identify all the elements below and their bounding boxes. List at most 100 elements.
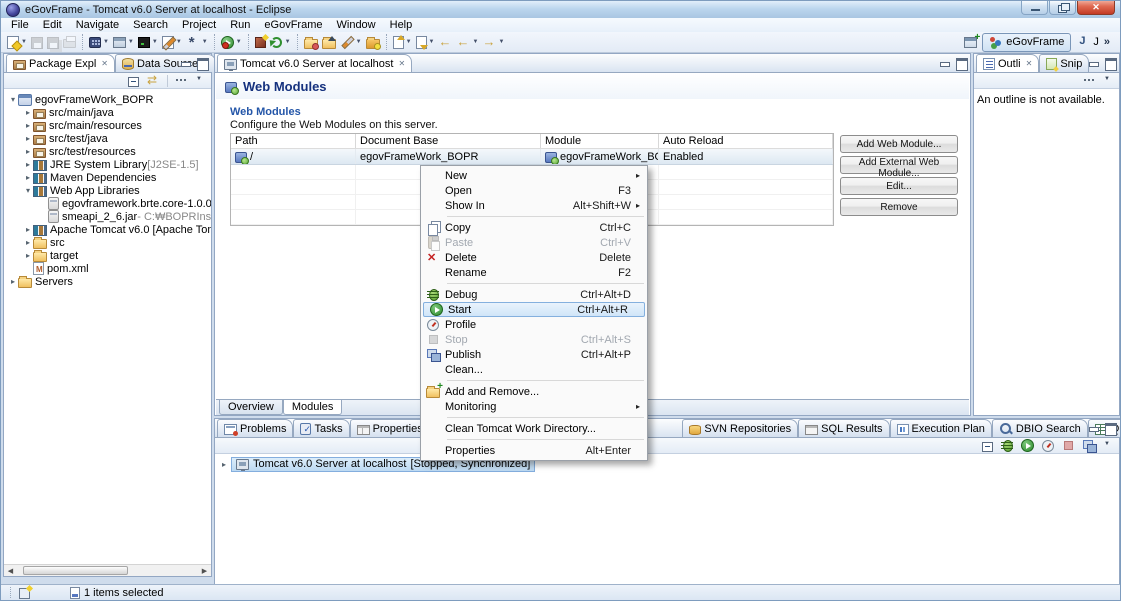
menu-run[interactable]: Run xyxy=(223,18,257,32)
expander-icon[interactable]: ▸ xyxy=(23,251,33,260)
editor-tab-tomcat-v6-0-server-at-localhost[interactable]: Tomcat v6.0 Server at localhost✕ xyxy=(217,54,412,72)
bottom-tab-tasks[interactable]: Tasks xyxy=(293,419,349,437)
minimize-view-icon[interactable] xyxy=(1087,58,1099,68)
open-folder-button[interactable] xyxy=(302,33,320,52)
bottom-tab-problems[interactable]: Problems xyxy=(217,419,293,437)
tree-item-servers[interactable]: ▸Servers xyxy=(4,275,211,288)
context-menu-item-copy[interactable]: CopyCtrl+C xyxy=(421,220,647,235)
close-button[interactable] xyxy=(1077,1,1115,15)
button-add-external-web-module[interactable]: Add External Web Module... xyxy=(840,156,958,174)
egov-new-button[interactable] xyxy=(253,33,268,52)
menu-search[interactable]: Search xyxy=(126,18,175,32)
tree-item-target[interactable]: ▸target xyxy=(4,249,211,262)
forward-button[interactable]: ▼ xyxy=(480,33,506,52)
editor-page-tab-overview[interactable]: Overview xyxy=(219,400,283,415)
button-edit[interactable]: Edit... xyxy=(840,177,958,195)
expander-icon[interactable]: ▾ xyxy=(23,186,33,195)
minimize-view-icon[interactable] xyxy=(179,58,191,68)
column-header-document-base[interactable]: Document Base xyxy=(356,134,541,148)
context-menu-item-monitoring[interactable]: Monitoring▸ xyxy=(421,399,647,414)
perspective-java-button[interactable]: J xyxy=(1074,34,1101,50)
dropdown-arrow-icon[interactable]: ▼ xyxy=(472,39,478,45)
filters-button[interactable] xyxy=(172,71,190,90)
tree-item-maven-dependencies[interactable]: ▸Maven Dependencies xyxy=(4,171,211,184)
minimize-view-icon[interactable] xyxy=(1087,423,1099,433)
menu-navigate[interactable]: Navigate xyxy=(69,18,126,32)
column-header-module[interactable]: Module xyxy=(541,134,659,148)
minimize-view-icon[interactable] xyxy=(938,58,950,68)
context-menu-item-rename[interactable]: RenameF2 xyxy=(421,265,647,280)
column-header-path[interactable]: Path xyxy=(231,134,356,148)
brush-button[interactable]: ▼ xyxy=(338,33,364,52)
editor-page-tab-modules[interactable]: Modules xyxy=(283,400,343,415)
menu-egovframe[interactable]: eGovFrame xyxy=(257,18,329,32)
tree-item-smeapi-2-6-jar[interactable]: smeapi_2_6.jar - C:₩BOPRInstallTest2₩ xyxy=(4,210,211,223)
scroll-right-icon[interactable]: ▶ xyxy=(198,567,211,575)
file-step-button[interactable]: ▼ xyxy=(391,33,414,52)
expander-icon[interactable]: ▸ xyxy=(23,147,33,156)
context-menu-item-open[interactable]: OpenF3 xyxy=(421,183,647,198)
context-menu-item-clean[interactable]: Clean... xyxy=(421,362,647,377)
dropdown-arrow-icon[interactable]: ▼ xyxy=(429,39,435,45)
stop-red-button[interactable] xyxy=(1060,436,1077,455)
link-editor-button[interactable] xyxy=(145,71,163,90)
expander-icon[interactable]: ▸ xyxy=(23,160,33,169)
import-folder-button[interactable] xyxy=(320,33,338,52)
context-menu-item-new[interactable]: New▸ xyxy=(421,168,647,183)
expander-icon[interactable]: ▸ xyxy=(23,238,33,247)
folder-orange-button[interactable] xyxy=(364,33,382,52)
column-header-auto-reload[interactable]: Auto Reload xyxy=(659,134,833,148)
dropdown-arrow-icon[interactable]: ▼ xyxy=(285,39,291,45)
file-step2-button[interactable]: ▼ xyxy=(414,33,437,52)
refresh-button[interactable]: ▼ xyxy=(268,33,293,52)
perspective-egovframe-button[interactable]: eGovFrame xyxy=(982,33,1071,52)
bottom-tab-execution-plan[interactable]: Execution Plan xyxy=(890,419,992,437)
last-edit-button[interactable] xyxy=(436,33,454,52)
expander-icon[interactable]: ▸ xyxy=(23,108,33,117)
close-icon[interactable]: ✕ xyxy=(398,59,405,68)
outline-tab-outli[interactable]: Outli✕ xyxy=(976,54,1039,72)
context-menu-item-debug[interactable]: DebugCtrl+Alt+D xyxy=(421,287,647,302)
context-menu-item-clean-tomcat-work-directory[interactable]: Clean Tomcat Work Directory... xyxy=(421,421,647,436)
outline-tab-snip[interactable]: Snip xyxy=(1039,54,1089,72)
context-menu-item-profile[interactable]: Profile xyxy=(421,317,647,332)
table-row[interactable]: /egovFrameWork_BOPRegovFrameWork_BOPREna… xyxy=(231,149,833,165)
context-menu-item-show-in[interactable]: Show InAlt+Shift+W▸ xyxy=(421,198,647,213)
start-button[interactable] xyxy=(1019,436,1036,455)
dropdown-arrow-icon[interactable]: ▼ xyxy=(498,39,504,45)
publish-button[interactable] xyxy=(1081,436,1098,455)
tree-item-src-main-resources[interactable]: ▸src/main/resources xyxy=(4,119,211,132)
tree-item-jre-system-library[interactable]: ▸JRE System Library [J2SE-1.5] xyxy=(4,158,211,171)
maximize-view-icon[interactable] xyxy=(196,58,208,68)
tree-item-src[interactable]: ▸src xyxy=(4,236,211,249)
dropdown-arrow-icon[interactable]: ▼ xyxy=(202,39,208,45)
tree-item-src-test-java[interactable]: ▸src/test/java xyxy=(4,132,211,145)
terminal-button[interactable]: ▼ xyxy=(136,33,160,52)
scrollbar-thumb[interactable] xyxy=(23,566,128,575)
maximize-view-icon[interactable] xyxy=(955,58,967,68)
maximize-view-icon[interactable] xyxy=(1104,423,1116,433)
bottom-tab-svn-repositories[interactable]: SVN Repositories xyxy=(682,419,798,437)
pe-tab-package-expl[interactable]: Package Expl✕ xyxy=(6,54,115,72)
scroll-left-icon[interactable]: ◀ xyxy=(4,567,17,575)
minimize-button[interactable] xyxy=(1021,1,1048,15)
tree-item-egovframework-bopr[interactable]: ▾egovFrameWork_BOPR xyxy=(4,93,211,106)
context-menu-item-publish[interactable]: PublishCtrl+Alt+P xyxy=(421,347,647,362)
back-button[interactable]: ▼ xyxy=(454,33,480,52)
context-menu-item-delete[interactable]: DeleteDelete xyxy=(421,250,647,265)
open-perspective-button[interactable] xyxy=(962,33,979,52)
tree-item-web-app-libraries[interactable]: ▾Web App Libraries xyxy=(4,184,211,197)
tree-item-apache-tomcat-v6-0-apache-tomcat-v6-0[interactable]: ▸Apache Tomcat v6.0 [Apache Tomcat v6.0 xyxy=(4,223,211,236)
expander-icon[interactable]: ▸ xyxy=(23,134,33,143)
dropdown-arrow-icon[interactable]: ▼ xyxy=(406,39,412,45)
tree-item-src-test-resources[interactable]: ▸src/test/resources xyxy=(4,145,211,158)
tree-item-src-main-java[interactable]: ▸src/main/java xyxy=(4,106,211,119)
close-icon[interactable]: ✕ xyxy=(1026,59,1033,68)
expander-icon[interactable]: ▸ xyxy=(8,277,18,286)
dropdown-arrow-icon[interactable]: ▼ xyxy=(176,39,182,45)
view-menu-button[interactable] xyxy=(194,71,207,90)
run-tb-button[interactable]: ▼ xyxy=(111,33,136,52)
tree-item-pom-xml[interactable]: pom.xml xyxy=(4,262,211,275)
horizontal-scrollbar[interactable]: ◀ ▶ xyxy=(4,564,211,576)
restore-button[interactable] xyxy=(1049,1,1076,15)
